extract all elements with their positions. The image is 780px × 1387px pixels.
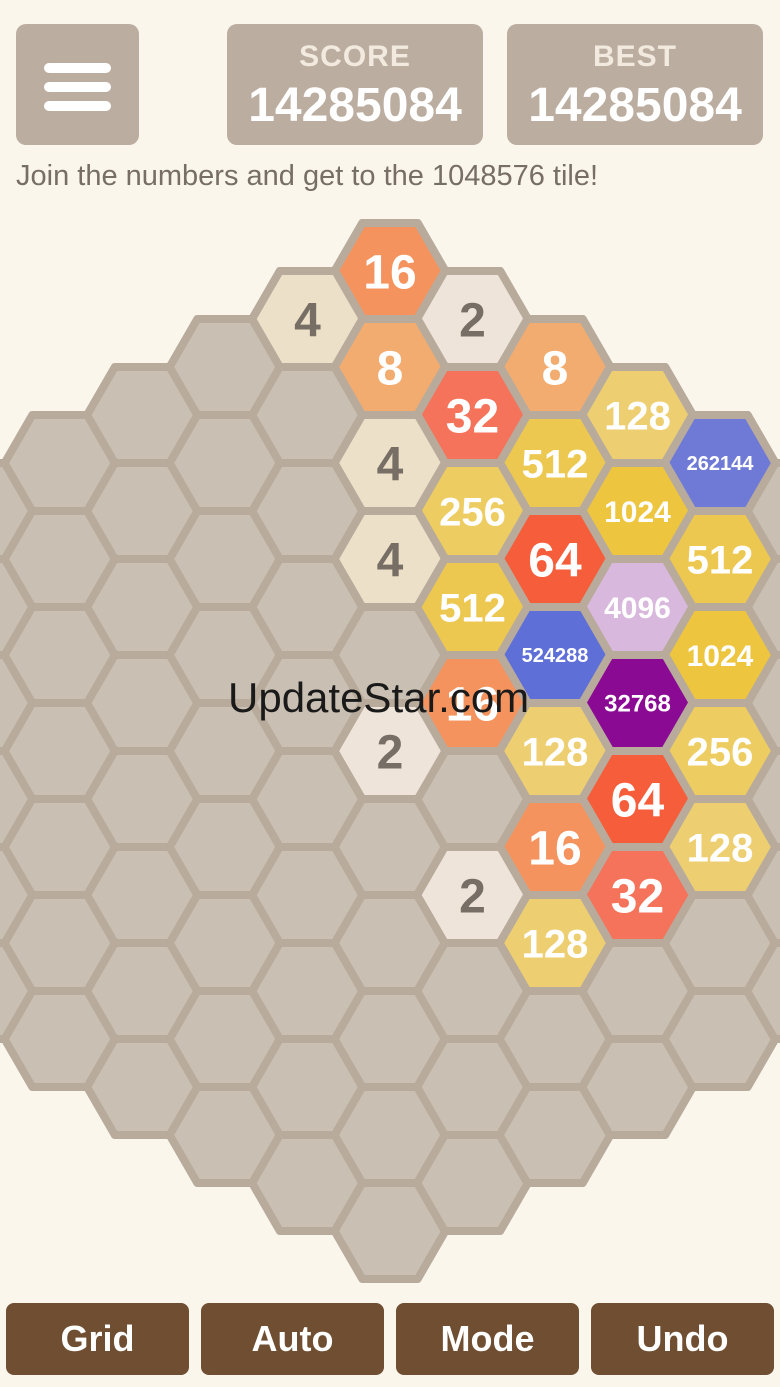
- tile-value: 512: [522, 442, 589, 486]
- tile-value: 512: [687, 538, 754, 582]
- tile-value: 128: [604, 394, 671, 438]
- tile-128: 128: [495, 891, 615, 995]
- tile-value: 524288: [522, 645, 589, 667]
- tile-value: 4: [377, 534, 404, 587]
- hex-game-board[interactable]: 16 4 2 8 8 32 128 4 512 262144 256 1024 4 64 512 512 409…: [0, 0, 780, 1387]
- tile-value: 64: [528, 534, 582, 587]
- tile-value: 2: [459, 870, 486, 923]
- tile-value: 32: [446, 390, 499, 443]
- tile-value: 256: [687, 730, 754, 774]
- tile-value: 4: [377, 438, 404, 491]
- tile-value: 1024: [687, 640, 754, 673]
- tile-value: 128: [687, 826, 754, 870]
- tile-value: 4: [294, 294, 321, 347]
- tile-value: 8: [542, 342, 569, 395]
- tile-value: 2: [459, 294, 486, 347]
- grid-button[interactable]: Grid: [6, 1303, 189, 1375]
- tile-value: 32: [611, 870, 664, 923]
- tile-value: 1024: [604, 496, 671, 529]
- auto-button[interactable]: Auto: [201, 1303, 384, 1375]
- tile-value: 4096: [604, 592, 671, 625]
- mode-button[interactable]: Mode: [396, 1303, 579, 1375]
- undo-button[interactable]: Undo: [591, 1303, 774, 1375]
- tile-value: 16: [528, 822, 581, 875]
- tile-value: 16: [446, 678, 499, 731]
- tile-value: 262144: [687, 453, 755, 475]
- tile-value: 128: [522, 730, 589, 774]
- tile-value: 64: [611, 774, 665, 827]
- tile-value: 2: [377, 726, 404, 779]
- tile-value: 16: [363, 246, 416, 299]
- tile-value: 512: [439, 586, 506, 630]
- tile-value: 8: [377, 342, 404, 395]
- tile-value: 128: [522, 922, 589, 966]
- tile-value: 256: [439, 490, 506, 534]
- tile-value: 32768: [604, 691, 671, 718]
- tile-2: 2: [330, 699, 450, 803]
